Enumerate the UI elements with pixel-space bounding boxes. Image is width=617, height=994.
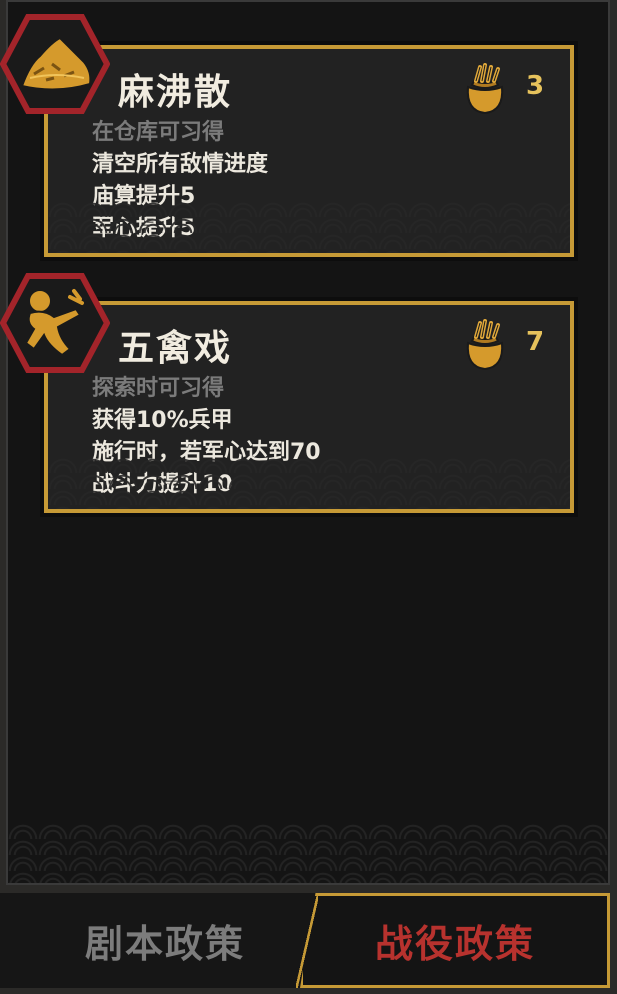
policy-title: 麻沸散 <box>118 72 233 113</box>
policy-effect: 清空所有敌情进度 <box>92 152 269 177</box>
tab-border-decoration <box>296 893 318 988</box>
policy-requirement: 探索时可习得 <box>92 376 225 401</box>
martial-artist-icon <box>0 273 110 373</box>
policy-requirement: 在仓库可习得 <box>92 120 225 145</box>
policy-card-mafeisan[interactable]: 麻沸散 3 在仓库可习得 清空所有敌情进度 庙算提升5 军心提升5 <box>44 45 574 257</box>
tab-campaign-policy[interactable]: 战役政策 <box>300 893 610 988</box>
policy-effect: 庙算提升5 <box>92 184 196 209</box>
tab-script-policy[interactable]: 剧本政策 <box>0 893 330 988</box>
grain-sack-icon <box>466 63 504 115</box>
policy-effect: 军心提升5 <box>92 216 196 241</box>
grain-sack-icon <box>466 319 504 371</box>
policy-title: 五禽戏 <box>118 328 233 369</box>
policy-effect: 战斗力提升10 <box>92 472 233 497</box>
medicine-pile-icon <box>0 14 110 114</box>
policy-card-wuqinxi[interactable]: 五禽戏 7 探索时可习得 获得10%兵甲 施行时，若军心达到70 战斗力提升10 <box>44 301 574 513</box>
policy-effect: 施行时，若军心达到70 <box>92 440 321 465</box>
cost-value: 7 <box>526 327 545 357</box>
policy-effect: 获得10%兵甲 <box>92 408 233 433</box>
wave-pattern-decoration <box>8 823 608 883</box>
cost-value: 3 <box>526 71 545 101</box>
